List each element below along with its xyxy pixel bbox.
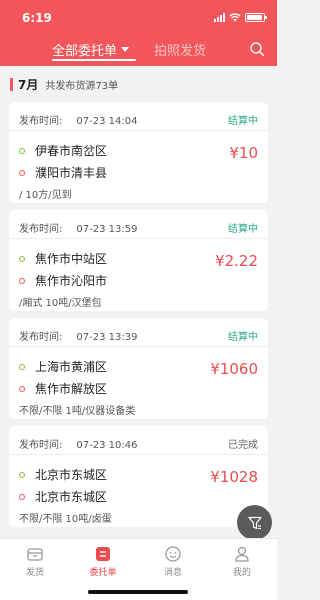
price: ¥10 <box>229 144 258 162</box>
divider <box>9 454 268 455</box>
cargo-detail: 不限/不限 10吨/卤蛋 <box>19 514 112 525</box>
tab-messages-label: 消息 <box>163 568 182 578</box>
status-time: 6:19 <box>22 11 52 25</box>
profile-icon <box>235 546 249 562</box>
summary-month: 7月 <box>18 77 39 92</box>
divider <box>9 130 268 131</box>
tab-photo-ship[interactable]: 拍照发货 <box>154 40 206 59</box>
cargo-detail: /厢式 10吨/汉堡包 <box>19 298 102 309</box>
search-icon[interactable] <box>249 41 265 57</box>
destination: 濮阳市清丰县 <box>19 164 107 181</box>
price: ¥1060 <box>210 360 258 378</box>
origin-dot-icon <box>19 471 25 478</box>
tab-profile[interactable]: 我的 <box>222 545 262 578</box>
top-nav: 全部委托单 拍照发货 <box>0 40 277 62</box>
summary-total: 共发布货源73单 <box>45 80 119 92</box>
order-card[interactable]: 发布时间: 07-23 14:04 结算中 伊春市南岔区 濮阳市清丰县 ¥10 /… <box>9 102 268 203</box>
tab-messages[interactable]: 消息 <box>153 545 193 578</box>
price: ¥2.22 <box>215 252 258 270</box>
system-icons <box>214 12 267 22</box>
battery-icon <box>245 12 267 22</box>
destination-dot-icon <box>19 277 25 284</box>
status-badge: 结算中 <box>228 116 258 127</box>
chevron-down-icon <box>121 47 130 52</box>
destination: 焦作市沁阳市 <box>19 272 107 289</box>
destination-dot-icon <box>19 385 25 392</box>
origin-dot-icon <box>19 363 25 370</box>
destination: 焦作市解放区 <box>19 380 107 397</box>
status-badge: 结算中 <box>228 224 258 235</box>
month-summary: 7月 共发布货源73单 <box>0 71 277 97</box>
origin-dot-icon <box>19 147 25 154</box>
filter-button[interactable] <box>237 505 272 540</box>
origin-dot-icon <box>19 255 25 262</box>
signal-icon <box>214 12 225 22</box>
tab-ship-label: 发货 <box>25 568 44 578</box>
message-icon <box>165 546 181 562</box>
order-card[interactable]: 发布时间: 07-23 13:39 结算中 上海市黄浦区 焦作市解放区 ¥1060… <box>9 318 268 419</box>
destination-dot-icon <box>19 493 25 500</box>
origin: 伊春市南岔区 <box>19 142 107 159</box>
tab-indicator <box>52 59 136 61</box>
divider <box>9 238 268 239</box>
app-header: 6:19 全部委托单 拍照发货 <box>0 0 277 66</box>
publish-time: 发布时间: 07-23 14:04 <box>19 116 138 127</box>
order-card[interactable]: 发布时间: 07-23 10:46 已完成 北京市东城区 北京市东城区 ¥1028… <box>9 426 268 527</box>
origin: 焦作市中站区 <box>19 250 107 267</box>
tab-orders-label: 委托单 <box>89 568 117 578</box>
tab-orders[interactable]: 委托单 <box>83 545 123 578</box>
tab-all-orders-label: 全部委托单 <box>52 44 118 59</box>
home-indicator <box>88 590 188 594</box>
tab-profile-label: 我的 <box>232 568 251 578</box>
tab-ship[interactable]: 发货 <box>15 545 55 578</box>
section-marker <box>10 77 13 91</box>
wifi-icon <box>229 12 241 21</box>
origin: 上海市黄浦区 <box>19 358 107 375</box>
cargo-detail: 不限/不限 1吨/仪器设备类 <box>19 406 136 417</box>
status-badge: 结算中 <box>228 332 258 343</box>
ship-icon <box>27 548 43 561</box>
publish-time: 发布时间: 07-23 13:39 <box>19 332 138 343</box>
status-bar: 6:19 <box>0 0 277 34</box>
tab-all-orders[interactable]: 全部委托单 <box>52 40 130 59</box>
divider <box>9 346 268 347</box>
cargo-detail: / 10方/见到 <box>19 190 72 201</box>
order-icon <box>96 547 110 561</box>
publish-time: 发布时间: 07-23 13:59 <box>19 224 138 235</box>
status-badge: 已完成 <box>228 440 258 451</box>
origin: 北京市东城区 <box>19 466 107 483</box>
filter-icon <box>247 516 262 529</box>
order-card[interactable]: 发布时间: 07-23 13:59 结算中 焦作市中站区 焦作市沁阳市 ¥2.22… <box>9 210 268 311</box>
price: ¥1028 <box>210 468 258 486</box>
publish-time: 发布时间: 07-23 10:46 <box>19 440 138 451</box>
destination-dot-icon <box>19 169 25 176</box>
destination: 北京市东城区 <box>19 488 107 505</box>
